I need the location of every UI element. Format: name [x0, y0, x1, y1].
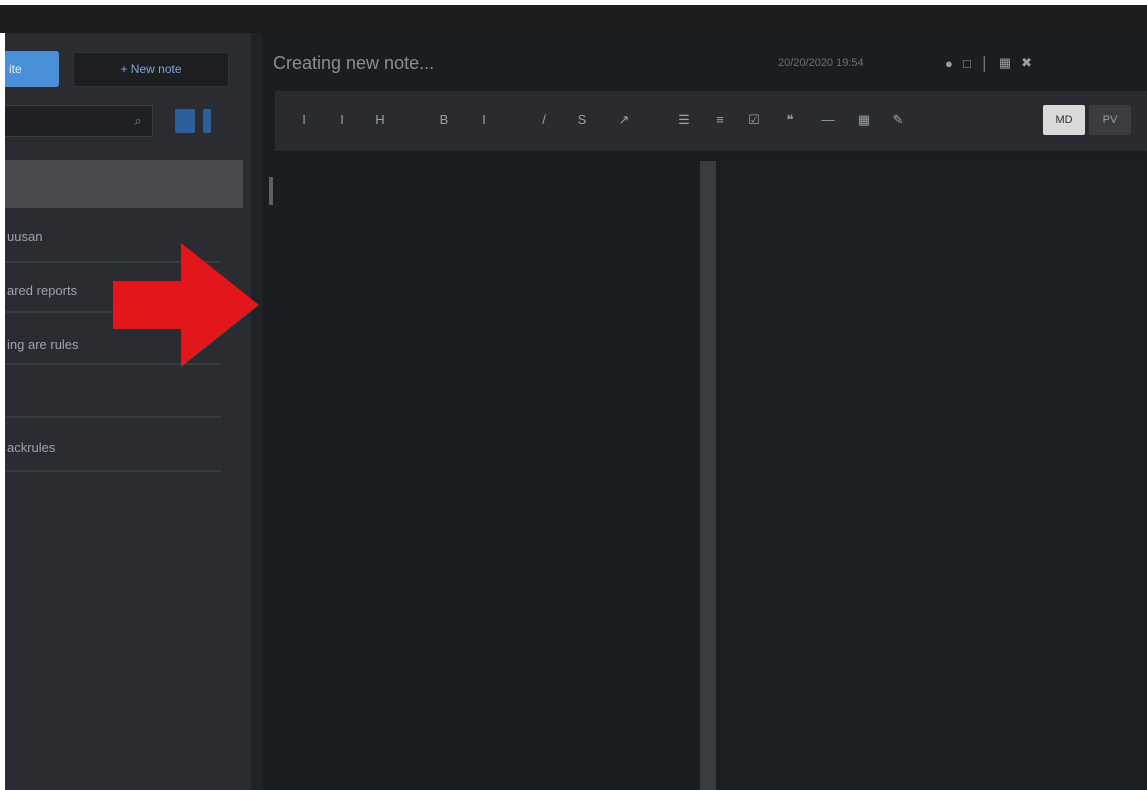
pane-splitter[interactable] [700, 161, 716, 790]
divider [5, 470, 221, 472]
pencil-icon[interactable]: ✎ [889, 109, 907, 131]
pin-icon[interactable]: │ [981, 56, 989, 71]
numbered-list-button[interactable]: ≡ [711, 109, 729, 131]
table-button[interactable]: ▦ [855, 109, 873, 131]
view-toggle[interactable] [173, 105, 221, 137]
save-icon[interactable]: □ [963, 56, 971, 71]
divider [5, 416, 221, 418]
text-caret [269, 177, 273, 205]
search-input[interactable]: ⌕ [5, 105, 153, 137]
grid-icon[interactable]: ▦ [999, 55, 1011, 71]
search-icon[interactable]: ⌕ [130, 113, 146, 129]
bullet-list-button[interactable]: ☰ [675, 109, 693, 131]
italic-style-button[interactable]: I [475, 109, 493, 131]
annotation-arrow-icon [113, 243, 259, 367]
app-window: ite + New note ⌕ uusan ared reports ing … [5, 33, 1147, 790]
preview-pane [716, 161, 1147, 790]
sidebar: ite + New note ⌕ uusan ared reports ing … [5, 33, 251, 790]
avatar-icon[interactable]: ● [945, 56, 953, 71]
list-view-icon[interactable] [175, 109, 195, 133]
note-item[interactable]: ackrules [5, 440, 221, 455]
formatting-toolbar: I I H B I / S ↗ ☰ ≡ ☑ ❝ — ▦ ✎ MD PV [275, 91, 1147, 151]
note-item-selected[interactable] [5, 160, 243, 208]
new-note-button[interactable]: + New note [73, 52, 229, 87]
primary-button[interactable]: ite [5, 51, 59, 87]
italic-alt-button[interactable]: I [333, 109, 351, 131]
mode-edit-button[interactable]: MD [1043, 105, 1085, 135]
link-button[interactable]: ↗ [615, 109, 633, 131]
slash-button[interactable]: / [535, 109, 553, 131]
strike-button[interactable]: S [573, 109, 591, 131]
header-actions: ● □ │ ▦ ✖ [945, 51, 1032, 75]
editor-pane[interactable] [263, 161, 699, 790]
mode-preview-button[interactable]: PV [1089, 105, 1131, 135]
checklist-button[interactable]: ☑ [745, 109, 763, 131]
grid-view-icon[interactable] [203, 109, 211, 133]
italic-button[interactable]: I [295, 109, 313, 131]
top-bar [0, 5, 1147, 33]
bold-button[interactable]: B [435, 109, 453, 131]
quote-button[interactable]: ❝ [781, 109, 799, 131]
horizontal-rule-button[interactable]: — [819, 109, 837, 131]
close-icon[interactable]: ✖ [1021, 55, 1032, 71]
heading-button[interactable]: H [371, 109, 389, 131]
note-timestamp: 20/20/2020 19:54 [778, 57, 864, 69]
sidebar-border [251, 33, 263, 790]
note-item[interactable]: uusan [5, 229, 221, 244]
note-title[interactable]: Creating new note... [273, 51, 434, 75]
